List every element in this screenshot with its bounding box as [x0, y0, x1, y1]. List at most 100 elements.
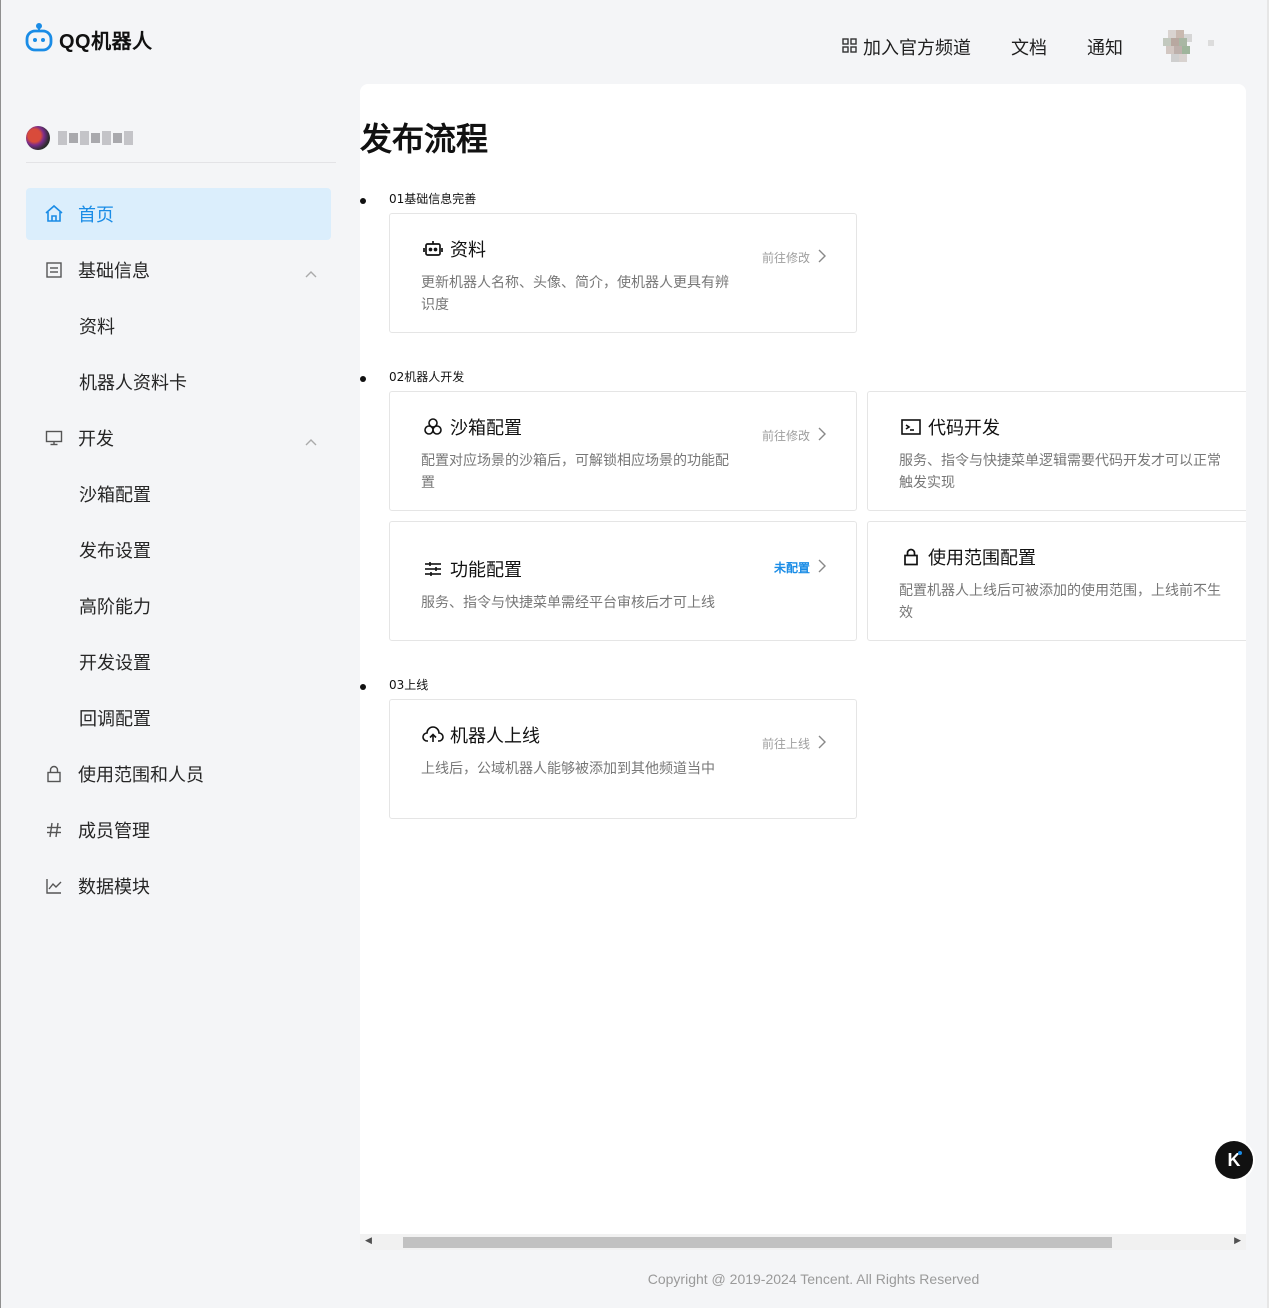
main-content: 发布流程 01基础信息完善 资料 更新机器人名称、头像、简介，使机器人更具有辨识… — [360, 84, 1246, 1234]
sidebar-item-label: 高阶能力 — [79, 597, 151, 618]
sidebar-item-profile[interactable]: 资料 — [26, 300, 331, 352]
card-action-link[interactable]: 前往修改 — [762, 248, 826, 267]
notification-dot — [1238, 1151, 1242, 1155]
three-circles-icon — [422, 416, 444, 438]
card-profile[interactable]: 资料 更新机器人名称、头像、简介，使机器人更具有辨识度 前往修改 — [389, 213, 857, 333]
chevron-up-icon[interactable] — [305, 430, 317, 451]
sidebar-item-publish-settings[interactable]: 发布设置 — [26, 524, 331, 576]
join-channel-label: 加入官方频道 — [863, 38, 971, 59]
card-title-row: 使用范围配置 — [900, 544, 1036, 570]
avatar-dropdown-indicator[interactable] — [1208, 40, 1214, 46]
brand-name: QQ机器人 — [59, 30, 153, 53]
sidebar-item-home[interactable]: 首页 — [26, 188, 331, 240]
chevron-right-icon — [818, 426, 826, 445]
sidebar-item-label: 发布设置 — [79, 541, 151, 562]
sidebar-item-label: 基础信息 — [78, 261, 150, 282]
sidebar-divider — [26, 162, 336, 163]
card-description: 服务、指令与快捷菜单逻辑需要代码开发才可以正常触发实现 — [899, 453, 1221, 491]
card-scope-config[interactable]: 使用范围配置 配置机器人上线后可被添加的使用范围，上线前不生效 前 — [867, 521, 1246, 641]
card-status-label: 未配置 — [773, 561, 810, 575]
sliders-icon — [422, 558, 444, 580]
home-icon — [44, 204, 64, 224]
step-bullet — [360, 376, 366, 382]
card-title: 机器人上线 — [450, 726, 540, 747]
card-title: 沙箱配置 — [450, 418, 522, 439]
notify-link[interactable]: 通知 — [1087, 34, 1123, 60]
avatar — [26, 126, 50, 150]
card-title-row: 沙箱配置 — [422, 414, 522, 440]
chart-line-icon — [44, 876, 64, 896]
card-title: 功能配置 — [450, 560, 522, 581]
card-launch[interactable]: 机器人上线 上线后，公域机器人能够被添加到其他频道当中 前往上线 — [389, 699, 857, 819]
cloud-upload-icon — [422, 724, 444, 746]
sidebar-item-label: 使用范围和人员 — [78, 765, 204, 786]
sidebar-item-label: 开发 — [78, 429, 114, 450]
user-name-redacted — [58, 131, 133, 145]
scroll-right-arrow-icon[interactable]: ▶ — [1234, 1236, 1241, 1246]
user-avatar-menu[interactable] — [1163, 30, 1197, 64]
chevron-up-icon[interactable] — [305, 262, 317, 283]
card-title: 使用范围配置 — [928, 548, 1036, 569]
sidebar-menu: 首页 基础信息 资料 机器人资料卡 开发 沙箱配置 发布设置 高阶能力 开发设置… — [26, 188, 331, 916]
horizontal-scrollbar[interactable]: ◀ ▶ — [360, 1234, 1246, 1250]
card-description: 上线后，公域机器人能够被添加到其他频道当中 — [421, 761, 715, 777]
step-bullet — [360, 198, 366, 204]
document-icon — [44, 260, 64, 280]
card-feature-config[interactable]: 功能配置 服务、指令与快捷菜单需经平台审核后才可上线 未配置 — [389, 521, 857, 641]
scrollbar-thumb[interactable] — [403, 1237, 1112, 1248]
card-code-dev[interactable]: 代码开发 服务、指令与快捷菜单逻辑需要代码开发才可以正常触发实现 查 — [867, 391, 1246, 511]
page-title: 发布流程 — [360, 120, 489, 158]
card-action-link[interactable]: 前往上线 — [762, 734, 826, 753]
card-action-label: 前往修改 — [761, 429, 810, 443]
step-label: 01基础信息完善 — [389, 192, 477, 206]
card-action-link[interactable]: 前往修改 — [762, 426, 826, 445]
card-description: 服务、指令与快捷菜单需经平台审核后才可上线 — [421, 595, 715, 611]
join-channel-link[interactable]: 加入官方频道 — [842, 34, 971, 60]
sidebar-item-data[interactable]: 数据模块 — [26, 860, 331, 912]
notify-label: 通知 — [1087, 38, 1123, 59]
card-title-row: 机器人上线 — [422, 722, 540, 748]
card-sandbox[interactable]: 沙箱配置 配置对应场景的沙箱后，可解锁相应场景的功能配置 前往修改 — [389, 391, 857, 511]
sidebar-item-robot-card[interactable]: 机器人资料卡 — [26, 356, 331, 408]
terminal-icon — [900, 416, 922, 438]
sidebar-item-basic-info[interactable]: 基础信息 — [26, 244, 331, 296]
sidebar-item-members[interactable]: 成员管理 — [26, 804, 331, 856]
footer-copyright: Copyright @ 2019-2024 Tencent. All Right… — [647, 1271, 980, 1287]
window-border-left — [0, 0, 1, 1308]
card-title-row: 资料 — [422, 236, 486, 262]
docs-link[interactable]: 文档 — [1011, 34, 1047, 60]
sidebar-item-label: 首页 — [78, 205, 114, 226]
sidebar-item-advanced[interactable]: 高阶能力 — [26, 580, 331, 632]
sidebar-item-label: 机器人资料卡 — [79, 373, 187, 394]
sidebar-item-dev-settings[interactable]: 开发设置 — [26, 636, 331, 688]
sidebar-item-label: 成员管理 — [78, 821, 150, 842]
robot-icon — [422, 238, 444, 260]
card-action-link[interactable]: 未配置 — [774, 558, 826, 577]
chevron-right-icon — [818, 558, 826, 577]
chevron-right-icon — [818, 248, 826, 267]
card-action-label: 前往上线 — [761, 737, 810, 751]
lock-icon — [44, 764, 64, 784]
chevron-right-icon — [818, 734, 826, 753]
step-label: 03上线 — [389, 678, 429, 692]
card-title: 代码开发 — [928, 418, 1000, 439]
step-label: 02机器人开发 — [389, 370, 465, 384]
docs-label: 文档 — [1011, 38, 1047, 59]
scroll-left-arrow-icon[interactable]: ◀ — [365, 1236, 372, 1246]
top-navigation: 加入官方频道 文档 通知 — [842, 30, 1197, 64]
monitor-icon — [44, 428, 64, 448]
sidebar-item-callback[interactable]: 回调配置 — [26, 692, 331, 744]
hash-icon — [44, 820, 64, 840]
floating-assistant-button[interactable]: K — [1215, 1141, 1253, 1179]
sidebar-item-label: 开发设置 — [79, 653, 151, 674]
sidebar-item-label: 数据模块 — [78, 877, 150, 898]
lock-icon — [900, 546, 922, 568]
current-user[interactable] — [26, 126, 133, 150]
brand-logo[interactable]: QQ机器人 — [25, 22, 153, 56]
sidebar-item-sandbox[interactable]: 沙箱配置 — [26, 468, 331, 520]
card-title-row: 代码开发 — [900, 414, 1000, 440]
sidebar-item-label: 回调配置 — [79, 709, 151, 730]
sidebar-item-scope[interactable]: 使用范围和人员 — [26, 748, 331, 800]
sidebar-item-label: 沙箱配置 — [79, 485, 151, 506]
sidebar-item-develop[interactable]: 开发 — [26, 412, 331, 464]
